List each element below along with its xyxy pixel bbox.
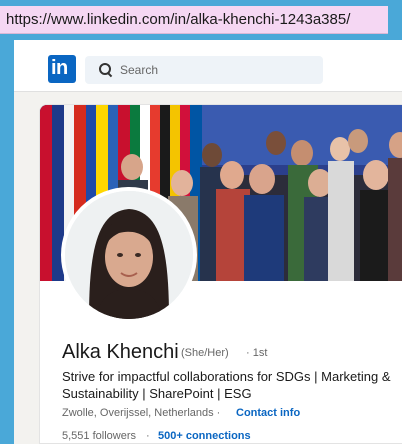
profile-photo[interactable] [61,187,197,323]
logo-text: in [51,57,68,79]
search-input[interactable]: Search [85,56,323,84]
linkedin-page: in Search Alka Khenchi (She/Her) · 1st S… [14,40,402,444]
search-icon [99,63,113,77]
followers-count: 5,551 followers [62,430,136,442]
global-nav: in Search [14,40,402,92]
browser-url-bar[interactable]: https://www.linkedin.com/in/alka-khenchi… [0,6,388,34]
profile-pronouns: (She/Her) [181,347,229,359]
profile-headline: Strive for impactful collaborations for … [62,369,391,401]
search-placeholder: Search [120,63,159,77]
profile-name: Alka Khenchi [62,341,179,363]
connections-link[interactable]: 500+ connections [158,430,251,442]
stats-separator: · [146,430,150,442]
connection-degree: · 1st [246,347,268,359]
url-text[interactable]: https://www.linkedin.com/in/alka-khenchi… [6,11,350,28]
profile-card: Alka Khenchi (She/Her) · 1st Strive for … [39,104,402,444]
contact-info-link[interactable]: Contact info [236,407,300,419]
linkedin-logo-icon[interactable]: in [48,55,76,83]
profile-location: Zwolle, Overijssel, Netherlands · [62,407,221,419]
